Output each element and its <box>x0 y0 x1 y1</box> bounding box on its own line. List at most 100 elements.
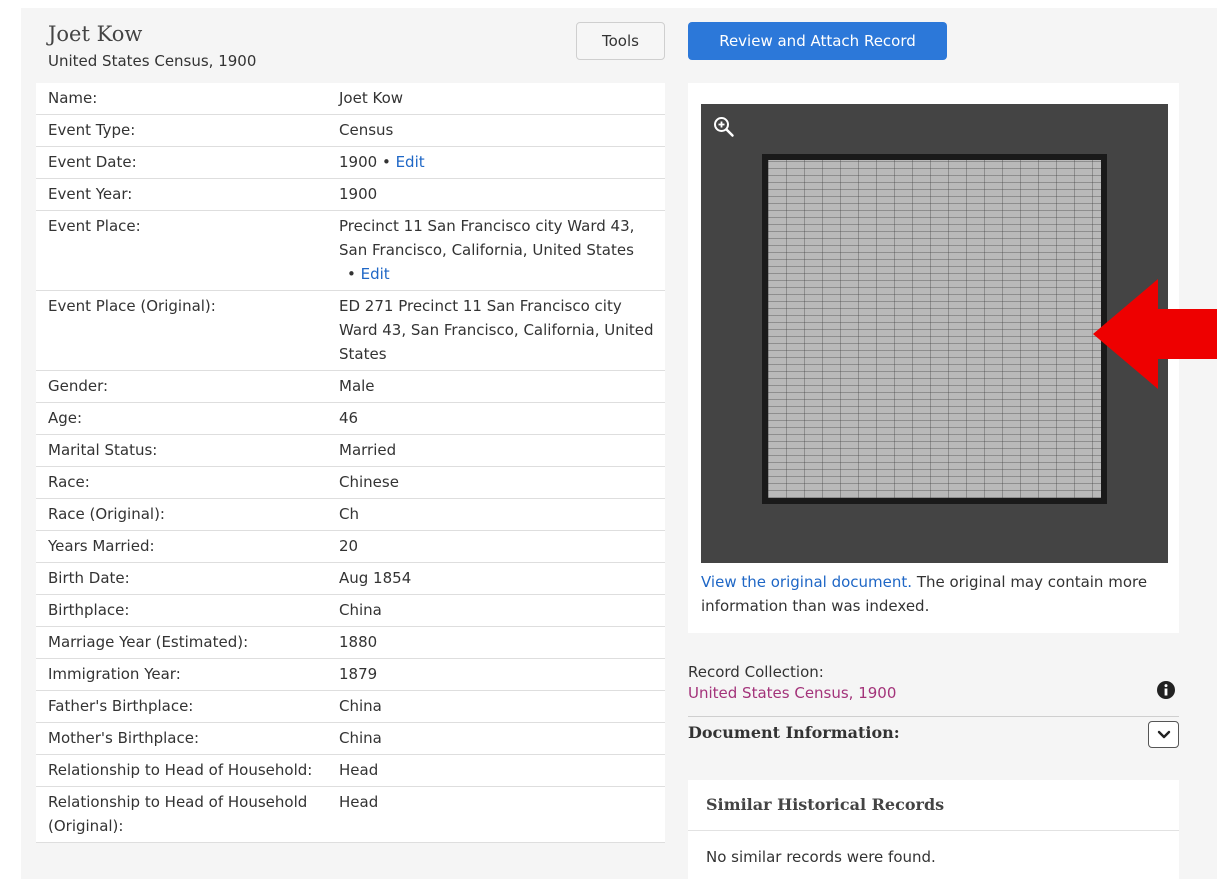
table-row: Event Date: 1900 • Edit <box>36 147 665 179</box>
field-value-text: China <box>339 697 382 715</box>
document-info-toggle[interactable] <box>1148 721 1179 748</box>
field-label: Event Year: <box>48 185 133 203</box>
field-value: 1880 <box>339 630 659 654</box>
field-value: 1879 <box>339 662 659 686</box>
census-document-thumbnail[interactable] <box>762 154 1107 504</box>
table-row: Relationship to Head of Household: Head <box>36 755 665 787</box>
zoom-in-icon[interactable] <box>713 116 735 142</box>
table-row: Event Year: 1900 <box>36 179 665 211</box>
edit-link[interactable]: Edit <box>396 153 425 171</box>
field-value-text: Census <box>339 121 394 139</box>
table-row: Birthplace: China <box>36 595 665 627</box>
field-label: Event Date: <box>48 153 137 171</box>
field-label: Father's Birthplace: <box>48 697 194 715</box>
bullet-separator: • <box>377 153 396 171</box>
field-value-text: China <box>339 601 382 619</box>
table-row: Event Type: Census <box>36 115 665 147</box>
table-row: Age: 46 <box>36 403 665 435</box>
field-label: Years Married: <box>48 537 155 555</box>
field-value: Married <box>339 438 659 462</box>
field-value-text: 1880 <box>339 633 378 651</box>
field-value: Ch <box>339 502 659 526</box>
field-value-text: 1879 <box>339 665 378 683</box>
table-row: Gender: Male <box>36 371 665 403</box>
field-value-text: Head <box>339 793 379 811</box>
field-value-text: Ch <box>339 505 359 523</box>
record-collection-label: Record Collection: <box>688 663 824 681</box>
similar-divider <box>688 830 1179 831</box>
table-row: Race: Chinese <box>36 467 665 499</box>
field-label: Relationship to Head of Household (Origi… <box>48 793 308 835</box>
table-row: Race (Original): Ch <box>36 499 665 531</box>
field-value-text: Male <box>339 377 375 395</box>
field-label: Immigration Year: <box>48 665 181 683</box>
red-arrow-annotation <box>1093 279 1217 393</box>
field-value: 1900 • Edit <box>339 150 659 174</box>
field-value: Head <box>339 758 659 782</box>
table-row: Birth Date: Aug 1854 <box>36 563 665 595</box>
field-value-text: Aug 1854 <box>339 569 412 587</box>
field-label: Event Place: <box>48 217 141 235</box>
field-value: 1900 <box>339 182 659 206</box>
field-label: Gender: <box>48 377 109 395</box>
field-value: Census <box>339 118 659 142</box>
field-label: Event Place (Original): <box>48 297 216 315</box>
field-value-text: 1900 <box>339 153 378 171</box>
chevron-down-icon <box>1157 725 1171 744</box>
field-value: Male <box>339 374 659 398</box>
field-value: China <box>339 694 659 718</box>
field-value: Precinct 11 San Francisco city Ward 43, … <box>339 214 659 286</box>
table-row: Immigration Year: 1879 <box>36 659 665 691</box>
field-value-text: Precinct 11 San Francisco city Ward 43, … <box>339 217 635 259</box>
field-label: Marriage Year (Estimated): <box>48 633 249 651</box>
table-row: Marriage Year (Estimated): 1880 <box>36 627 665 659</box>
field-value: 46 <box>339 406 659 430</box>
field-value-text: China <box>339 729 382 747</box>
document-information-label[interactable]: Document Information: <box>688 723 900 742</box>
similar-records-empty: No similar records were found. <box>706 848 936 866</box>
similar-records-title: Similar Historical Records <box>706 795 945 814</box>
review-attach-button[interactable]: Review and Attach Record <box>688 22 947 60</box>
table-row: Father's Birthplace: China <box>36 691 665 723</box>
table-row: Event Place: Precinct 11 San Francisco ci… <box>36 211 665 291</box>
section-divider <box>688 716 1179 717</box>
field-label: Marital Status: <box>48 441 158 459</box>
field-label: Mother's Birthplace: <box>48 729 200 747</box>
field-value: Joet Kow <box>339 86 659 110</box>
record-person-name: Joet Kow <box>48 22 143 46</box>
similar-records-card: Similar Historical Records No similar re… <box>688 780 1179 879</box>
field-value: Aug 1854 <box>339 566 659 590</box>
table-row: Relationship to Head of Household (Origi… <box>36 787 665 843</box>
table-row: Years Married: 20 <box>36 531 665 563</box>
field-label: Birthplace: <box>48 601 130 619</box>
field-value-text: ED 271 Precinct 11 San Francisco city Wa… <box>339 297 654 363</box>
field-value-text: Head <box>339 761 379 779</box>
table-row: Mother's Birthplace: China <box>36 723 665 755</box>
record-collection-link[interactable]: United States Census, 1900 <box>688 684 896 702</box>
info-icon[interactable] <box>1156 680 1176 704</box>
field-label: Race (Original): <box>48 505 165 523</box>
field-label: Name: <box>48 89 98 107</box>
field-value: China <box>339 726 659 750</box>
field-label: Relationship to Head of Household: <box>48 761 313 779</box>
field-value-text: Joet Kow <box>339 89 404 107</box>
field-value: Head <box>339 790 659 838</box>
field-label: Event Type: <box>48 121 136 139</box>
field-label: Birth Date: <box>48 569 130 587</box>
field-value: Chinese <box>339 470 659 494</box>
edit-link[interactable]: Edit <box>361 265 390 283</box>
table-row: Marital Status: Married <box>36 435 665 467</box>
view-original-text: View the original document. The original… <box>701 570 1171 618</box>
field-value-text: 1900 <box>339 185 378 203</box>
view-original-link[interactable]: View the original document. <box>701 573 912 591</box>
field-value-text: 46 <box>339 409 359 427</box>
record-details-table: Name: Joet Kow Event Type: Census Event Date… <box>36 83 665 843</box>
field-value: 20 <box>339 534 659 558</box>
field-value-text: Chinese <box>339 473 399 491</box>
table-row: Event Place (Original): ED 271 Precinct 1… <box>36 291 665 371</box>
field-value-text: Married <box>339 441 397 459</box>
tools-button[interactable]: Tools <box>576 22 665 60</box>
census-sheet <box>768 160 1101 498</box>
field-label: Race: <box>48 473 90 491</box>
bullet-separator: • <box>347 265 361 283</box>
